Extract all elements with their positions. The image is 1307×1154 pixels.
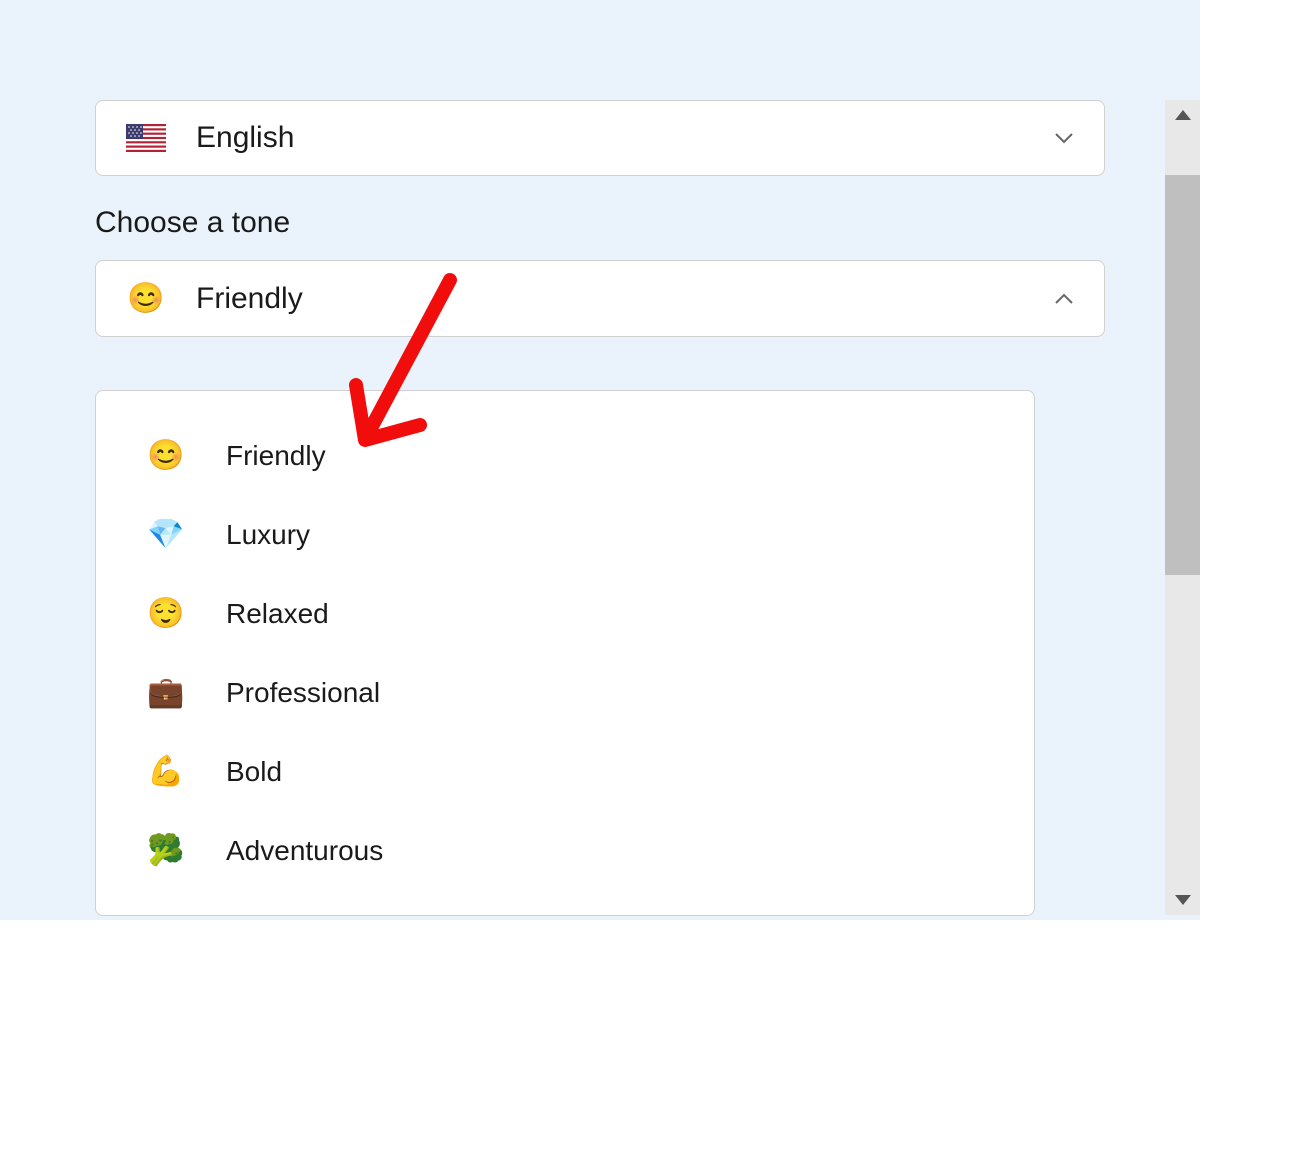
tone-option-label: Luxury [226,519,310,551]
language-select-value: English [126,121,294,155]
tone-option-bold[interactable]: 💪 Bold [96,732,1034,811]
triangle-up-icon [1175,110,1191,120]
tone-option-label: Professional [226,677,380,709]
tone-option-label: Adventurous [226,835,383,867]
language-selected-text: English [196,121,294,155]
chevron-down-icon [1054,132,1074,144]
smiling-face-icon: 😊 [146,438,186,473]
tone-select-value: 😊 Friendly [126,281,303,316]
settings-panel: English Choose a tone 😊 Friendly 😊 Frie [0,0,1200,920]
content-area: English Choose a tone 😊 Friendly 😊 Frie [0,0,1200,377]
vertical-scrollbar[interactable] [1160,0,1200,920]
scroll-down-button[interactable] [1165,885,1200,915]
tone-section-label: Choose a tone [95,206,1105,240]
broccoli-icon: 🥦 [146,833,186,868]
tone-option-label: Relaxed [226,598,329,630]
triangle-down-icon [1175,895,1191,905]
chevron-up-icon [1054,293,1074,305]
scrollbar-thumb[interactable] [1165,175,1200,575]
scroll-up-button[interactable] [1165,100,1200,130]
tone-selected-text: Friendly [196,282,303,316]
tone-option-friendly[interactable]: 😊 Friendly [96,416,1034,495]
next-section-label-partial [95,357,1105,377]
tone-dropdown-menu: 😊 Friendly 💎 Luxury 😌 Relaxed 💼 Professi… [95,390,1035,916]
flexed-biceps-icon: 💪 [146,754,186,789]
tone-option-professional[interactable]: 💼 Professional [96,653,1034,732]
tone-option-luxury[interactable]: 💎 Luxury [96,495,1034,574]
us-flag-icon [126,124,166,152]
relieved-face-icon: 😌 [146,596,186,631]
smiling-face-icon: 😊 [126,281,166,316]
tone-option-label: Friendly [226,440,326,472]
language-select[interactable]: English [95,100,1105,176]
tone-option-relaxed[interactable]: 😌 Relaxed [96,574,1034,653]
tone-select[interactable]: 😊 Friendly [95,260,1105,337]
gem-icon: 💎 [146,517,186,552]
tone-option-adventurous[interactable]: 🥦 Adventurous [96,811,1034,890]
tone-option-label: Bold [226,756,282,788]
briefcase-icon: 💼 [146,675,186,710]
